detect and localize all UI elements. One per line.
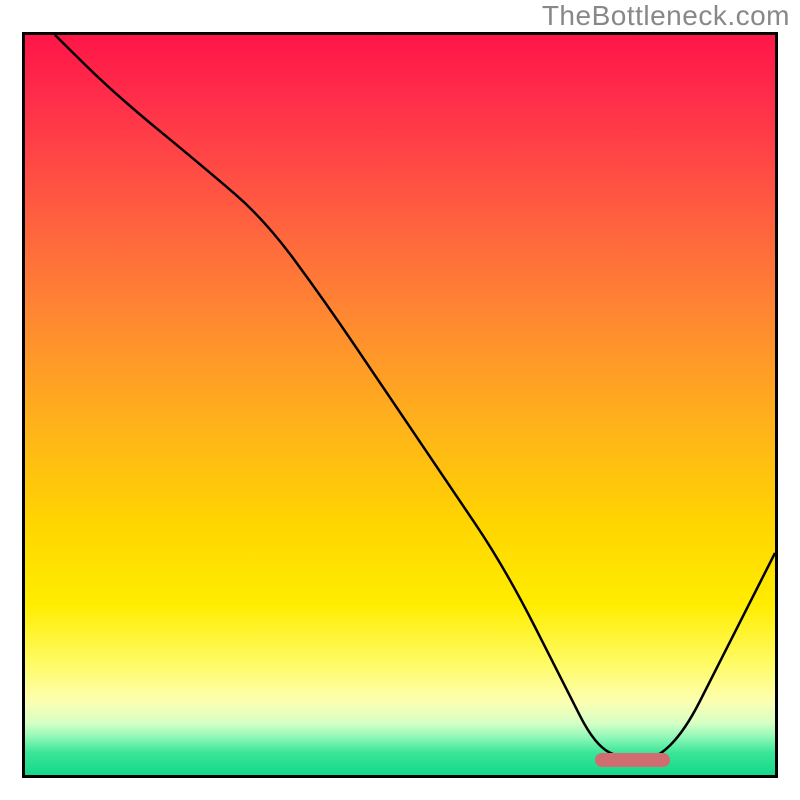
plot-area: [22, 32, 778, 778]
optimal-range-marker: [595, 753, 670, 767]
bottleneck-curve: [55, 35, 775, 760]
curve-layer: [25, 35, 775, 775]
chart-frame: TheBottleneck.com: [0, 0, 800, 800]
watermark-text: TheBottleneck.com: [542, 0, 790, 32]
